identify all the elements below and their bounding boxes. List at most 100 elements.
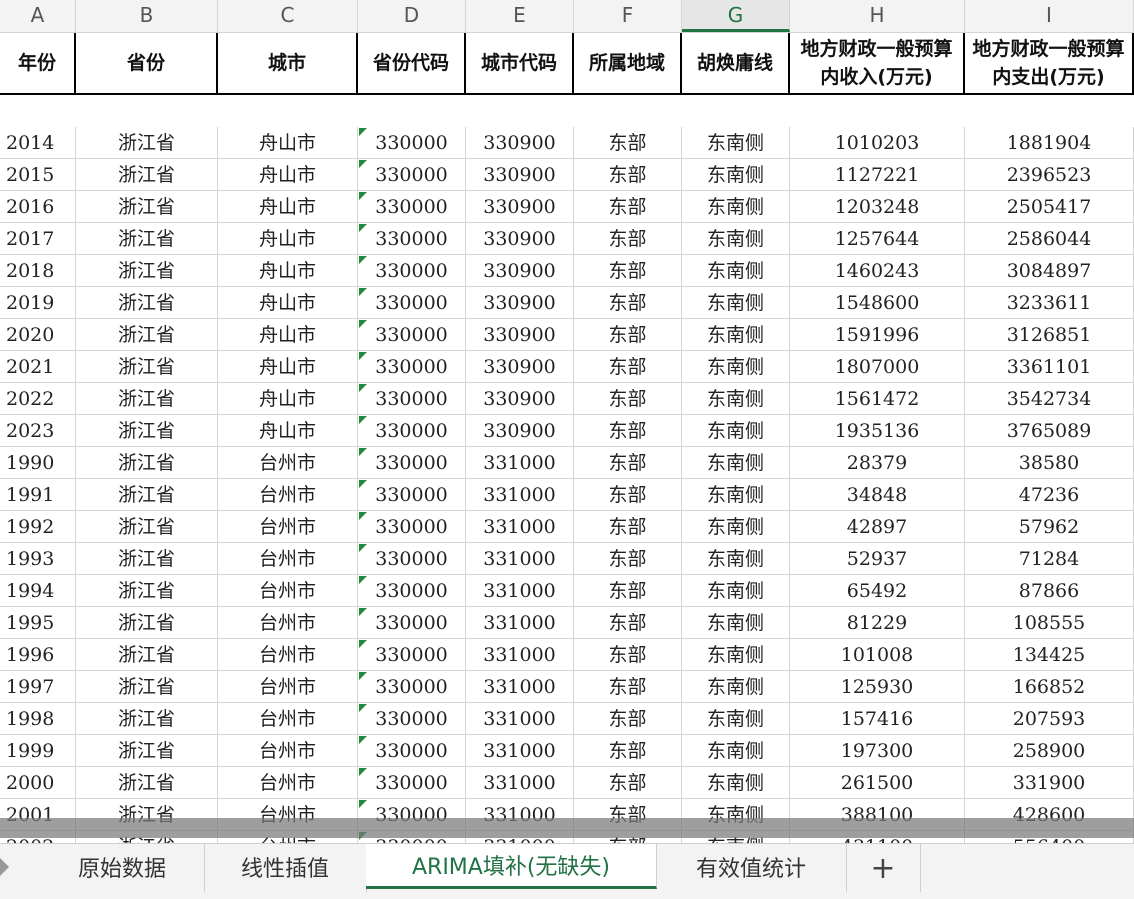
header-cell[interactable]: 省份代码 <box>358 33 466 95</box>
table-cell[interactable]: 330900 <box>466 255 574 287</box>
table-cell[interactable]: 浙江省 <box>76 607 218 639</box>
table-cell[interactable]: 330900 <box>466 159 574 191</box>
table-cell[interactable]: 330000 <box>358 191 466 223</box>
table-cell[interactable]: 东南侧 <box>682 639 790 671</box>
table-cell[interactable]: 东南侧 <box>682 255 790 287</box>
header-cell[interactable]: 城市 <box>218 33 358 95</box>
table-cell[interactable]: 浙江省 <box>76 383 218 415</box>
header-cell[interactable]: 地方财政一般预算内收入(万元) <box>790 33 965 95</box>
table-cell[interactable]: 东部 <box>574 159 682 191</box>
table-cell[interactable]: 1999 <box>0 735 76 767</box>
table-cell[interactable]: 3084897 <box>965 255 1134 287</box>
table-cell[interactable]: 浙江省 <box>76 639 218 671</box>
table-cell[interactable]: 舟山市 <box>218 319 358 351</box>
header-cell[interactable]: 城市代码 <box>466 33 574 95</box>
column-header-a[interactable]: A <box>0 0 76 32</box>
table-cell[interactable]: 3233611 <box>965 287 1134 319</box>
table-cell[interactable]: 1548600 <box>790 287 965 319</box>
table-cell[interactable]: 浙江省 <box>76 287 218 319</box>
table-cell[interactable]: 东南侧 <box>682 479 790 511</box>
table-cell[interactable]: 330900 <box>466 223 574 255</box>
table-cell[interactable]: 1127221 <box>790 159 965 191</box>
table-cell[interactable]: 台州市 <box>218 703 358 735</box>
table-cell[interactable]: 57962 <box>965 511 1134 543</box>
table-cell[interactable]: 东部 <box>574 735 682 767</box>
table-cell[interactable]: 330000 <box>358 255 466 287</box>
table-cell[interactable]: 舟山市 <box>218 223 358 255</box>
scroll-tabs-icon[interactable] <box>0 858 9 876</box>
table-cell[interactable]: 2022 <box>0 383 76 415</box>
table-cell[interactable]: 3126851 <box>965 319 1134 351</box>
table-cell[interactable]: 东部 <box>574 767 682 799</box>
table-cell[interactable]: 3765089 <box>965 415 1134 447</box>
table-cell[interactable]: 331000 <box>466 543 574 575</box>
table-cell[interactable]: 1990 <box>0 447 76 479</box>
table-cell[interactable]: 1257644 <box>790 223 965 255</box>
table-cell[interactable]: 1010203 <box>790 127 965 159</box>
column-header-c[interactable]: C <box>218 0 358 32</box>
table-cell[interactable]: 330000 <box>358 671 466 703</box>
table-cell[interactable]: 3361101 <box>965 351 1134 383</box>
table-cell[interactable]: 2017 <box>0 223 76 255</box>
table-cell[interactable]: 331000 <box>466 607 574 639</box>
table-cell[interactable]: 330000 <box>358 703 466 735</box>
table-cell[interactable]: 东部 <box>574 351 682 383</box>
table-cell[interactable]: 330900 <box>466 415 574 447</box>
table-cell[interactable]: 330900 <box>466 319 574 351</box>
table-cell[interactable]: 东南侧 <box>682 671 790 703</box>
table-cell[interactable]: 2586044 <box>965 223 1134 255</box>
table-cell[interactable]: 1992 <box>0 511 76 543</box>
table-cell[interactable]: 331000 <box>466 703 574 735</box>
table-cell[interactable]: 舟山市 <box>218 127 358 159</box>
table-cell[interactable]: 东部 <box>574 287 682 319</box>
table-cell[interactable]: 舟山市 <box>218 287 358 319</box>
table-cell[interactable]: 东南侧 <box>682 735 790 767</box>
table-cell[interactable]: 舟山市 <box>218 255 358 287</box>
table-cell[interactable]: 台州市 <box>218 735 358 767</box>
table-cell[interactable]: 东南侧 <box>682 319 790 351</box>
table-cell[interactable]: 2505417 <box>965 191 1134 223</box>
table-cell[interactable]: 舟山市 <box>218 383 358 415</box>
table-cell[interactable]: 东南侧 <box>682 511 790 543</box>
sheet-tab[interactable]: 原始数据 <box>40 844 205 892</box>
table-cell[interactable]: 330000 <box>358 479 466 511</box>
sheet-tab[interactable]: ARIMA填补(无缺失) <box>366 844 657 889</box>
table-cell[interactable]: 东部 <box>574 511 682 543</box>
table-cell[interactable]: 东南侧 <box>682 223 790 255</box>
table-cell[interactable]: 东部 <box>574 383 682 415</box>
table-cell[interactable]: 2000 <box>0 767 76 799</box>
table-cell[interactable]: 东南侧 <box>682 351 790 383</box>
table-cell[interactable]: 330000 <box>358 639 466 671</box>
table-cell[interactable]: 1991 <box>0 479 76 511</box>
table-cell[interactable]: 330000 <box>358 127 466 159</box>
table-cell[interactable]: 台州市 <box>218 575 358 607</box>
table-cell[interactable]: 东部 <box>574 127 682 159</box>
table-cell[interactable]: 331000 <box>466 479 574 511</box>
table-cell[interactable]: 28379 <box>790 447 965 479</box>
table-cell[interactable]: 舟山市 <box>218 159 358 191</box>
table-cell[interactable]: 东南侧 <box>682 287 790 319</box>
table-cell[interactable]: 浙江省 <box>76 543 218 575</box>
table-cell[interactable]: 2016 <box>0 191 76 223</box>
header-cell[interactable]: 年份 <box>0 33 76 95</box>
table-cell[interactable]: 东南侧 <box>682 159 790 191</box>
table-cell[interactable]: 330000 <box>358 415 466 447</box>
table-cell[interactable]: 浙江省 <box>76 735 218 767</box>
table-cell[interactable]: 1993 <box>0 543 76 575</box>
table-cell[interactable]: 330900 <box>466 383 574 415</box>
table-cell[interactable]: 1561472 <box>790 383 965 415</box>
table-cell[interactable]: 东部 <box>574 191 682 223</box>
table-cell[interactable]: 330000 <box>358 383 466 415</box>
table-cell[interactable]: 1460243 <box>790 255 965 287</box>
sheet-tab[interactable]: 有效值统计 <box>656 844 847 892</box>
table-cell[interactable]: 331000 <box>466 767 574 799</box>
column-header-b[interactable]: B <box>76 0 218 32</box>
table-cell[interactable]: 浙江省 <box>76 671 218 703</box>
column-header-d[interactable]: D <box>358 0 466 32</box>
column-header-h[interactable]: H <box>790 0 965 32</box>
column-header-g[interactable]: G <box>682 0 790 32</box>
table-cell[interactable]: 2020 <box>0 319 76 351</box>
table-cell[interactable]: 东南侧 <box>682 127 790 159</box>
table-cell[interactable]: 东南侧 <box>682 447 790 479</box>
table-cell[interactable]: 浙江省 <box>76 159 218 191</box>
